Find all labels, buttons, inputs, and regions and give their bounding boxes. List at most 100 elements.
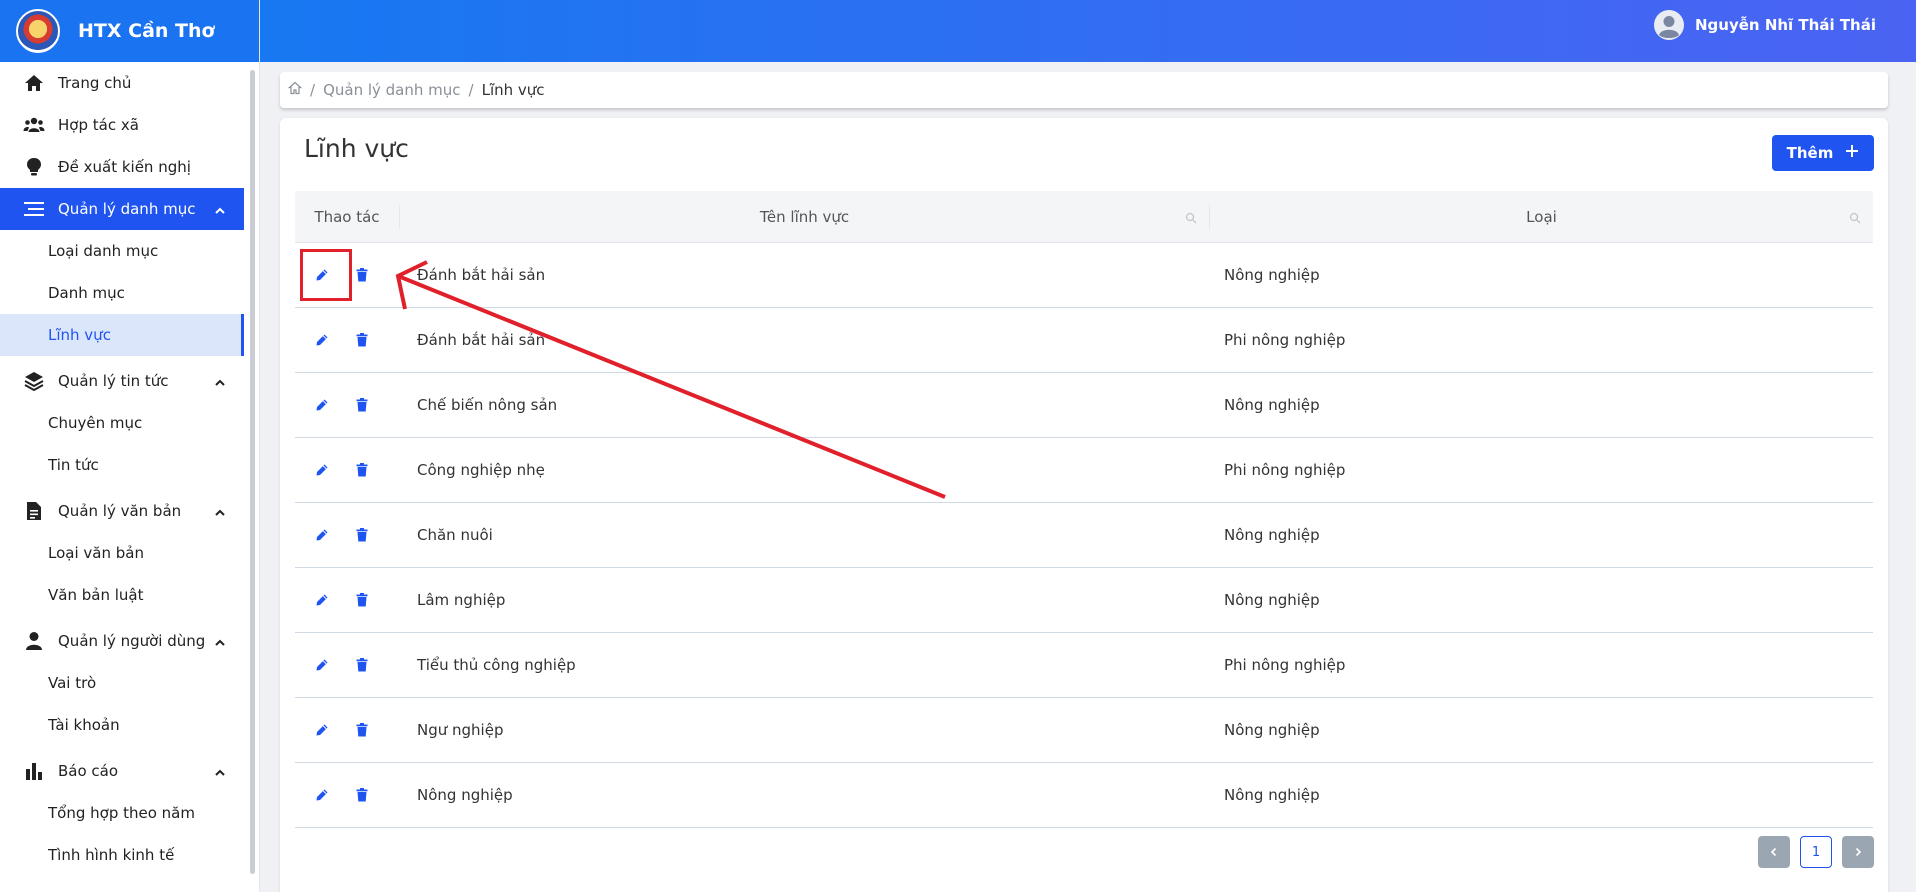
sidebar-item-label: Quản lý văn bản — [58, 502, 182, 520]
logo — [16, 9, 60, 53]
sidebar-item-quan-ly-van-ban[interactable]: Quản lý văn bản — [0, 490, 244, 532]
breadcrumb: / Quản lý danh mục / Lĩnh vực — [280, 72, 1888, 108]
cell-type: Nông nghiệp — [1224, 396, 1320, 414]
sidebar-subitem-loai-danh-muc[interactable]: Loại danh mục — [0, 230, 244, 272]
sidebar-scrollbar[interactable] — [250, 70, 255, 874]
delete-icon[interactable] — [353, 526, 371, 544]
row-actions — [295, 461, 400, 479]
table-row: Chăn nuôi Nông nghiệp — [295, 503, 1873, 568]
sidebar-item-label: Hợp tác xã — [58, 116, 139, 134]
sidebar-subitem-tin-tuc[interactable]: Tin tức — [0, 444, 244, 486]
brand-title: HTX Cần Thơ — [78, 20, 215, 42]
next-page-button[interactable] — [1842, 836, 1874, 868]
delete-icon[interactable] — [353, 721, 371, 739]
column-header-actions: Thao tác — [295, 204, 400, 229]
page-number-button[interactable]: 1 — [1800, 836, 1832, 868]
breadcrumb-separator: / — [468, 81, 474, 99]
search-icon[interactable] — [1849, 210, 1861, 223]
chevron-up-icon[interactable] — [214, 375, 226, 387]
cell-type: Nông nghiệp — [1224, 526, 1320, 544]
layers-icon — [22, 369, 46, 393]
delete-icon[interactable] — [353, 331, 371, 349]
sidebar-subitem-tinh-hinh-kinh-te[interactable]: Tình hình kinh tế — [0, 834, 244, 876]
home-icon[interactable] — [287, 81, 303, 99]
sidebar-subitem-linh-vuc[interactable]: Lĩnh vực — [0, 314, 244, 356]
edit-icon[interactable] — [313, 526, 331, 544]
sidebar-subitem-loai-van-ban[interactable]: Loại văn bản — [0, 532, 244, 574]
brand[interactable]: HTX Cần Thơ — [0, 0, 259, 62]
row-actions — [295, 786, 400, 804]
edit-icon[interactable] — [313, 786, 331, 804]
sidebar-subitem-danh-muc[interactable]: Danh mục — [0, 272, 244, 314]
sidebar-item-label: Quản lý người dùng — [58, 632, 206, 650]
chevron-up-icon[interactable] — [214, 635, 226, 647]
sidebar-item-label: Quản lý danh mục — [58, 200, 196, 218]
edit-icon[interactable] — [313, 396, 331, 414]
row-actions — [295, 396, 400, 414]
sidebar-item-label: Trang chủ — [58, 74, 132, 92]
edit-icon[interactable] — [313, 591, 331, 609]
delete-icon[interactable] — [353, 461, 371, 479]
top-bar: Nguyễn Nhĩ Thái Thái — [260, 0, 1916, 62]
user-icon — [22, 629, 46, 653]
user-menu[interactable]: Nguyễn Nhĩ Thái Thái — [1653, 8, 1876, 42]
breadcrumb-separator: / — [310, 81, 316, 99]
bar-chart-icon — [22, 759, 46, 783]
sidebar-subitem-vai-tro[interactable]: Vai trò — [0, 662, 244, 704]
annotation-highlight-box — [300, 249, 352, 301]
prev-page-button[interactable] — [1758, 836, 1790, 868]
sidebar-item-quan-ly-danh-muc[interactable]: Quản lý danh mục — [0, 188, 244, 230]
cell-name: Ngư nghiệp — [417, 721, 504, 739]
page-title: Lĩnh vực — [304, 134, 409, 163]
sidebar-item-trang-chu[interactable]: Trang chủ — [0, 62, 244, 104]
add-button[interactable]: Thêm — [1772, 135, 1874, 171]
cell-type: Nông nghiệp — [1224, 266, 1320, 284]
delete-icon[interactable] — [353, 786, 371, 804]
cell-name: Lâm nghiệp — [417, 591, 506, 609]
edit-icon[interactable] — [313, 461, 331, 479]
cell-type: Phi nông nghiệp — [1224, 331, 1346, 349]
cell-type: Phi nông nghiệp — [1224, 461, 1346, 479]
cell-name: Nông nghiệp — [417, 786, 513, 804]
sidebar-item-hop-tac-xa[interactable]: Hợp tác xã — [0, 104, 244, 146]
users-icon — [22, 113, 46, 137]
cell-name: Tiểu thủ công nghiệp — [417, 656, 576, 674]
table-row: Nông nghiệp Nông nghiệp — [295, 763, 1873, 828]
delete-icon[interactable] — [353, 396, 371, 414]
chevron-up-icon[interactable] — [214, 203, 226, 215]
data-table: Thao tác Tên lĩnh vực Loại Đánh bắt hải … — [295, 191, 1873, 828]
sidebar-subitem-van-ban-luat[interactable]: Văn bản luật — [0, 574, 244, 616]
edit-icon[interactable] — [313, 721, 331, 739]
sidebar-item-quan-ly-tin-tuc[interactable]: Quản lý tin tức — [0, 360, 244, 402]
delete-icon[interactable] — [353, 656, 371, 674]
cell-type: Nông nghiệp — [1224, 591, 1320, 609]
sidebar-nav: Trang chủ Hợp tác xã Đề xuất kiến nghị Q… — [0, 62, 244, 876]
table-body: Đánh bắt hải sản Nông nghiệp Đánh bắt hải … — [295, 243, 1873, 828]
document-icon — [22, 499, 46, 523]
sidebar-item-quan-ly-nguoi-dung[interactable]: Quản lý người dùng — [0, 620, 244, 662]
row-actions — [295, 526, 400, 544]
chevron-left-icon — [1770, 847, 1777, 857]
chevron-right-icon — [1855, 847, 1862, 857]
edit-icon[interactable] — [313, 656, 331, 674]
search-icon[interactable] — [1185, 210, 1197, 223]
chevron-up-icon[interactable] — [214, 765, 226, 777]
sidebar-item-label: Báo cáo — [58, 762, 119, 780]
delete-icon[interactable] — [353, 591, 371, 609]
sidebar: HTX Cần Thơ Trang chủ Hợp tác xã Đề xuất… — [0, 0, 260, 892]
sidebar-subitem-tong-hop-theo-nam[interactable]: Tổng hợp theo năm — [0, 792, 244, 834]
table-row: Lâm nghiệp Nông nghiệp — [295, 568, 1873, 633]
sidebar-item-bao-cao[interactable]: Báo cáo — [0, 750, 244, 792]
content-card: Lĩnh vực Thêm Thao tác Tên lĩnh vực Loại… — [280, 118, 1888, 892]
table-header: Thao tác Tên lĩnh vực Loại — [295, 191, 1873, 243]
chevron-up-icon[interactable] — [214, 505, 226, 517]
table-row: Đánh bắt hải sản Nông nghiệp — [295, 243, 1873, 308]
delete-icon[interactable] — [353, 266, 371, 284]
table-row: Tiểu thủ công nghiệp Phi nông nghiệp — [295, 633, 1873, 698]
sidebar-subitem-tai-khoan[interactable]: Tài khoản — [0, 704, 244, 746]
breadcrumb-parent[interactable]: Quản lý danh mục — [323, 81, 460, 99]
sidebar-item-de-xuat[interactable]: Đề xuất kiến nghị — [0, 146, 244, 188]
edit-icon[interactable] — [313, 331, 331, 349]
sidebar-subitem-chuyen-muc[interactable]: Chuyên mục — [0, 402, 244, 444]
cell-type: Nông nghiệp — [1224, 786, 1320, 804]
